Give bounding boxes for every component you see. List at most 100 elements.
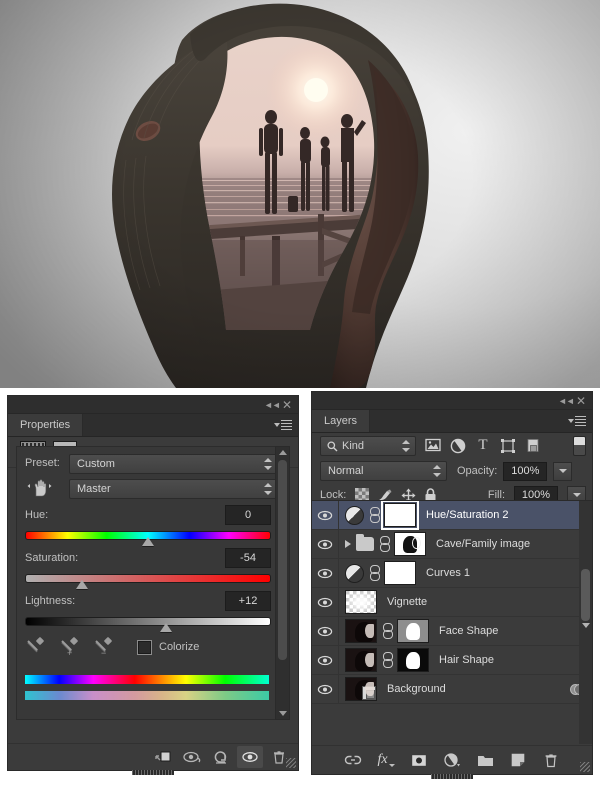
properties-scrollbar[interactable] xyxy=(275,446,290,720)
tab-layers[interactable]: Layers xyxy=(312,410,371,432)
blend-mode-value: Normal xyxy=(328,465,364,477)
table-row[interactable]: Hue/Saturation 2 xyxy=(312,501,592,530)
opacity-slider-button[interactable] xyxy=(553,461,573,481)
link-mask-icon[interactable] xyxy=(381,652,393,668)
layer-mask-thumbnail[interactable] xyxy=(397,619,429,643)
properties-tab-strip: Properties xyxy=(8,414,298,437)
layer-visibility-toggle[interactable] xyxy=(312,588,339,616)
layer-thumbnail[interactable] xyxy=(345,677,377,701)
layer-filter-row: Kind T xyxy=(312,433,592,459)
blend-mode-select[interactable]: Normal xyxy=(320,461,447,481)
saturation-value-input[interactable]: -54 xyxy=(225,548,271,568)
new-adjustment-layer-button[interactable] xyxy=(442,750,462,770)
filter-shape-layers-icon[interactable] xyxy=(500,438,516,454)
layer-style-button[interactable]: fx xyxy=(376,750,396,770)
layer-name: Hue/Saturation 2 xyxy=(426,509,509,521)
layer-mask-thumbnail[interactable] xyxy=(397,648,429,672)
link-mask-icon[interactable] xyxy=(378,536,390,552)
saturation-slider-thumb[interactable] xyxy=(76,580,88,589)
lightness-slider[interactable] xyxy=(25,617,271,632)
layer-visibility-toggle[interactable] xyxy=(312,559,339,587)
layer-visibility-toggle[interactable] xyxy=(312,530,339,558)
table-row[interactable]: Background xyxy=(312,675,592,704)
layer-visibility-toggle[interactable] xyxy=(312,646,339,674)
panel-menu-icon[interactable] xyxy=(274,419,292,431)
hue-slider-thumb[interactable] xyxy=(142,537,154,546)
layer-thumbnail[interactable] xyxy=(345,590,377,614)
new-group-button[interactable] xyxy=(475,750,495,770)
filter-kind-select[interactable]: Kind xyxy=(320,436,416,456)
tab-properties[interactable]: Properties xyxy=(8,414,84,436)
link-layers-button[interactable] xyxy=(343,750,363,770)
saturation-slider[interactable] xyxy=(25,574,271,589)
panel-menu-icon[interactable] xyxy=(568,415,586,427)
collapse-to-icons-icon[interactable]: ◄◄ xyxy=(558,395,575,407)
collapse-to-icons-icon[interactable]: ◄◄ xyxy=(264,399,281,411)
eyedropper-row: + − Colorize xyxy=(25,636,199,658)
resize-grip[interactable] xyxy=(286,758,296,768)
filter-adjustment-layers-icon[interactable] xyxy=(450,438,466,454)
eyedropper-icon[interactable] xyxy=(25,636,45,657)
on-image-adjustment-hand-icon[interactable] xyxy=(27,478,53,498)
layer-mask-thumbnail[interactable] xyxy=(381,501,419,530)
eyedropper-add-icon[interactable]: + xyxy=(59,636,79,658)
preset-value: Custom xyxy=(77,458,115,470)
add-layer-mask-button[interactable] xyxy=(409,750,429,770)
layers-list: Hue/Saturation 2 Cave/Family image Curve… xyxy=(312,500,592,744)
scroll-down-icon[interactable] xyxy=(582,623,590,628)
preset-select[interactable]: Custom xyxy=(69,454,278,474)
layer-thumbnail[interactable] xyxy=(345,619,377,643)
hue-slider[interactable] xyxy=(25,531,271,546)
toggle-visibility-button[interactable] xyxy=(237,746,263,768)
adjustment-layer-icon xyxy=(345,563,364,583)
view-previous-state-button[interactable] xyxy=(179,746,205,768)
scrollbar-thumb[interactable] xyxy=(278,460,287,660)
resize-grip[interactable] xyxy=(580,762,590,772)
channel-value: Master xyxy=(77,483,111,495)
preset-label: Preset: xyxy=(25,457,60,469)
lightness-slider-thumb[interactable] xyxy=(160,623,172,632)
close-icon[interactable]: ✕ xyxy=(575,395,587,407)
opacity-input[interactable]: 100% xyxy=(503,461,548,481)
tab-filler xyxy=(370,410,592,432)
clip-to-layer-button[interactable] xyxy=(150,746,176,768)
scrollbar-thumb[interactable] xyxy=(581,569,590,621)
layer-mask-thumbnail[interactable] xyxy=(384,561,416,585)
filter-smart-object-layers-icon[interactable] xyxy=(525,438,541,454)
link-mask-icon[interactable] xyxy=(368,507,380,523)
lightness-value-input[interactable]: +12 xyxy=(225,591,271,611)
layer-visibility-toggle[interactable] xyxy=(312,675,339,703)
layers-list-scrollbar[interactable] xyxy=(579,501,592,744)
colorize-checkbox[interactable] xyxy=(137,639,152,655)
scroll-down-icon[interactable] xyxy=(279,711,287,716)
channel-select[interactable]: Master xyxy=(69,479,278,499)
table-row[interactable]: Face Shape xyxy=(312,617,592,646)
new-layer-button[interactable] xyxy=(508,750,528,770)
link-mask-icon[interactable] xyxy=(368,565,380,581)
delete-layer-button[interactable] xyxy=(541,750,561,770)
table-row[interactable]: Curves 1 xyxy=(312,559,592,588)
table-row[interactable]: Vignette xyxy=(312,588,592,617)
layer-visibility-toggle[interactable] xyxy=(312,501,339,529)
close-icon[interactable]: ✕ xyxy=(281,399,293,411)
filter-type-layers-icon[interactable]: T xyxy=(475,438,491,454)
layer-thumbnail[interactable] xyxy=(345,648,377,672)
filter-enable-toggle[interactable] xyxy=(573,436,586,456)
table-row[interactable]: Cave/Family image xyxy=(312,530,592,559)
scroll-up-icon[interactable] xyxy=(279,450,287,455)
link-mask-icon[interactable] xyxy=(381,623,393,639)
eye-icon xyxy=(317,626,333,636)
properties-panel: ◄◄ ✕ Properties Hue/Saturation Preset: C… xyxy=(8,396,298,775)
reset-button[interactable] xyxy=(208,746,234,768)
table-row[interactable]: Hair Shape xyxy=(312,646,592,675)
hue-value-input[interactable]: 0 xyxy=(225,505,271,525)
properties-titlebar: ◄◄ ✕ xyxy=(8,396,298,414)
filter-pixel-layers-icon[interactable] xyxy=(425,438,441,454)
image-canvas xyxy=(0,0,600,388)
eyedropper-subtract-icon[interactable]: − xyxy=(93,636,113,658)
filter-kind-label: Kind xyxy=(342,440,365,452)
layer-visibility-toggle[interactable] xyxy=(312,617,339,645)
panel-drag-grip[interactable] xyxy=(132,770,174,775)
layer-mask-thumbnail[interactable] xyxy=(394,532,426,556)
panel-drag-grip[interactable] xyxy=(431,774,473,779)
